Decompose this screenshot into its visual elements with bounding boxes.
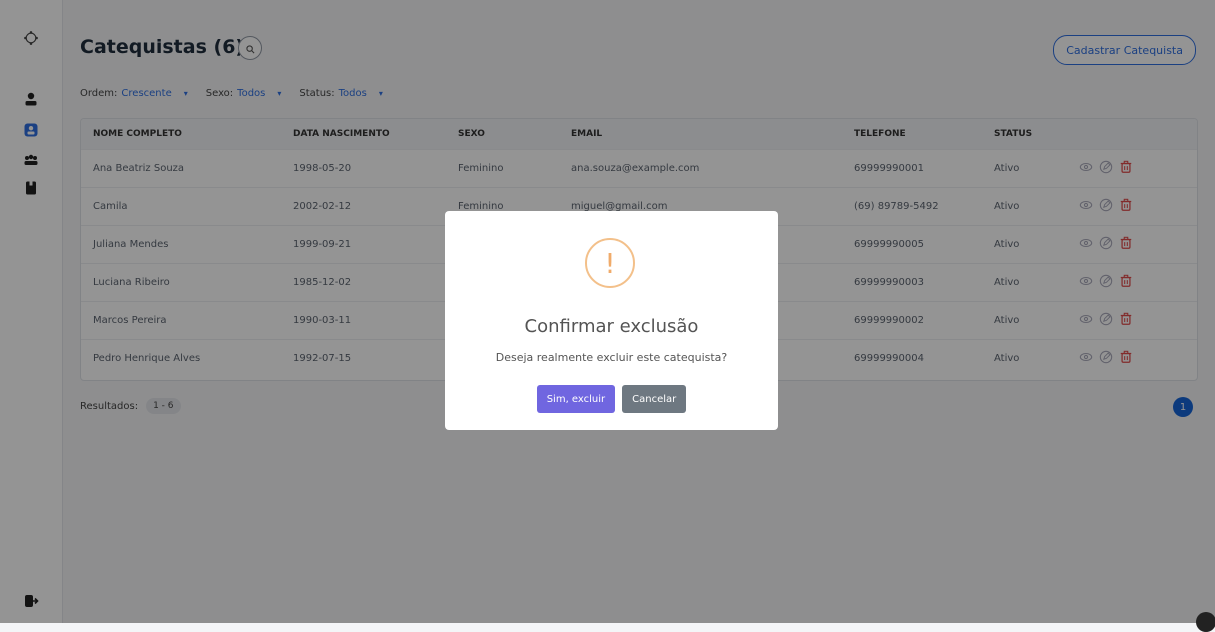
dialog-title: Confirmar exclusão	[524, 316, 699, 337]
cancel-button[interactable]: Cancelar	[622, 385, 687, 413]
corner-widget-icon[interactable]	[1196, 612, 1215, 632]
warning-icon: !	[585, 238, 635, 288]
confirm-delete-dialog: ! Confirmar exclusão Deseja realmente ex…	[445, 211, 778, 430]
dialog-actions: Sim, excluir Cancelar	[445, 385, 778, 413]
dialog-message: Deseja realmente excluir este catequista…	[495, 351, 728, 364]
confirm-delete-button[interactable]: Sim, excluir	[536, 385, 616, 413]
